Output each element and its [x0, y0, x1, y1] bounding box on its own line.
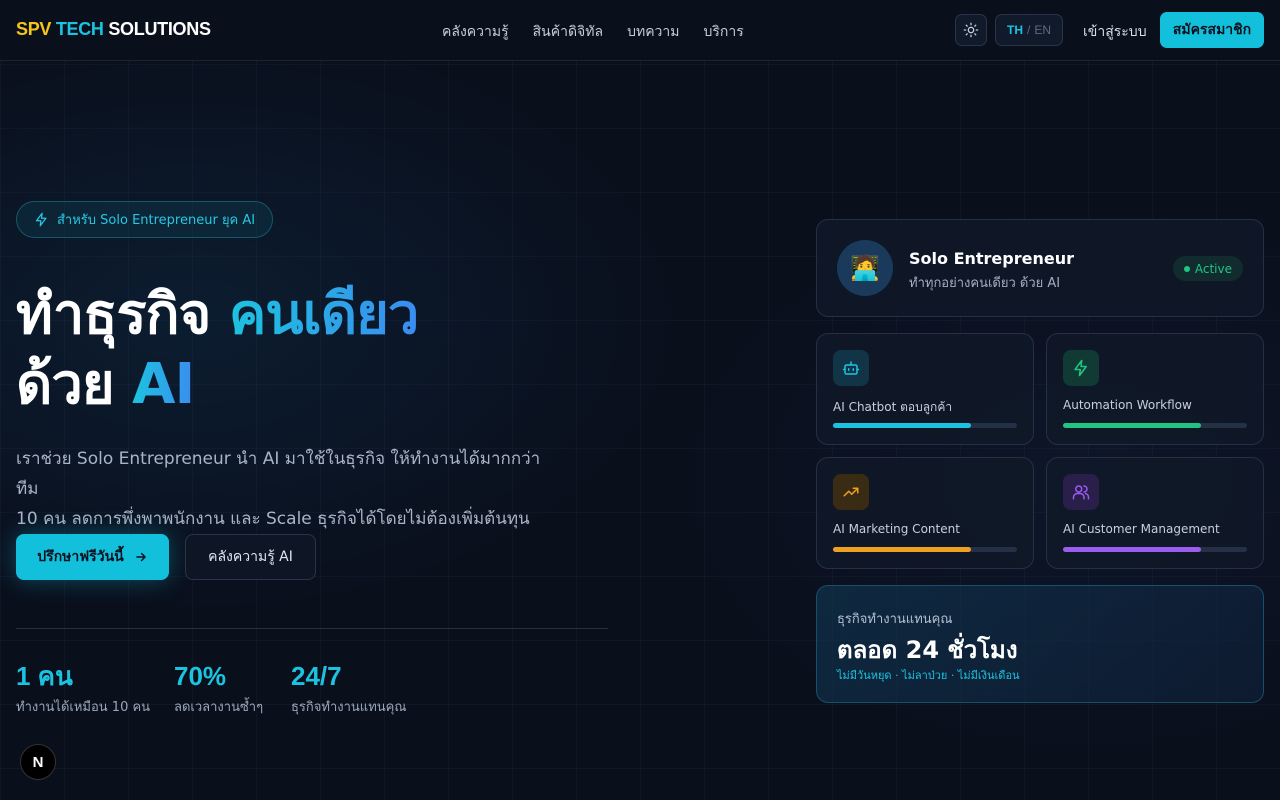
nextjs-dev-button[interactable]: N	[20, 744, 56, 780]
feature-progress	[833, 423, 1017, 428]
lightning-icon	[1063, 350, 1099, 386]
stat-always-on: 24/7 ธุรกิจทำงานแทนคุณ	[291, 660, 406, 717]
lang-en[interactable]: EN	[1034, 23, 1051, 37]
hero-badge: สำหรับ Solo Entrepreneur ยุค AI	[16, 201, 273, 238]
feature-card-chatbot: AI Chatbot ตอบลูกค้า	[816, 333, 1034, 445]
stat-one-person: 1 คน ทำงานได้เหมือน 10 คน	[16, 660, 150, 717]
arrow-right-icon	[135, 552, 146, 562]
hero-desc-line2: 10 คน ลดการพึ่งพาพนักงาน และ Scale ธุรกิ…	[16, 509, 530, 529]
signup-button[interactable]: สมัครสมาชิก	[1160, 12, 1264, 48]
consult-free-label: ปรึกษาฟรีวันนี้	[37, 549, 124, 565]
feature-progress-fill	[1063, 547, 1201, 552]
feature-progress-fill	[833, 547, 971, 552]
nav-link-articles[interactable]: บทความ	[627, 21, 679, 43]
person-laptop-icon: 🧑‍💻	[837, 240, 893, 296]
lightning-icon	[35, 212, 47, 227]
stat-time-saved: 70% ลดเวลางานซ้ำๆ	[174, 660, 263, 717]
feature-progress-fill	[833, 423, 971, 428]
feature-card-customer: AI Customer Management	[1046, 457, 1264, 569]
feature-label: Automation Workflow	[1063, 398, 1192, 412]
trending-up-icon	[833, 474, 869, 510]
brand-logo[interactable]: SPV TECH SOLUTIONS	[16, 19, 211, 40]
stat-label: ลดเวลางานซ้ำๆ	[174, 700, 264, 715]
hero-title-accent2: AI	[132, 352, 195, 417]
always-on-note: ไม่มีวันหยุด · ไม่ลาป่วย · ไม่มีเงินเดือ…	[837, 669, 1020, 682]
hero-title: ทำธุรกิจ คนเดียว ด้วย AI	[16, 280, 420, 420]
profile-subtitle: ทำทุกอย่างคนเดียว ด้วย AI	[909, 276, 1061, 291]
always-on-value: ตลอด 24 ชั่วโมง	[837, 636, 1018, 664]
lang-separator: /	[1026, 23, 1031, 37]
language-toggle[interactable]: TH / EN	[995, 14, 1063, 46]
theme-toggle-button[interactable]	[955, 14, 987, 46]
login-link[interactable]: เข้าสู่ระบบ	[1083, 21, 1147, 43]
always-on-label: ธุรกิจทำงานแทนคุณ	[837, 612, 953, 627]
brand-part-3: SOLUTIONS	[108, 19, 211, 39]
users-icon	[1063, 474, 1099, 510]
feature-card-automation: Automation Workflow	[1046, 333, 1264, 445]
feature-label: AI Marketing Content	[833, 522, 960, 536]
feature-label: AI Chatbot ตอบลูกค้า	[833, 400, 953, 414]
feature-progress	[833, 547, 1017, 552]
feature-label: AI Customer Management	[1063, 522, 1220, 536]
nav-links: คลังความรู้ สินค้าดิจิทัล บทความ บริการ	[442, 21, 744, 43]
stat-value: 24/7	[291, 661, 342, 691]
top-nav: SPV TECH SOLUTIONS คลังความรู้ สินค้าดิจ…	[0, 0, 1280, 61]
profile-name: Solo Entrepreneur	[909, 249, 1074, 268]
stats-divider	[16, 628, 608, 629]
stat-value: 70%	[174, 661, 227, 691]
always-on-card: ธุรกิจทำงานแทนคุณ ตลอด 24 ชั่วโมง ไม่มีว…	[816, 585, 1264, 703]
brand-part-2: TECH	[55, 19, 104, 39]
hero-badge-text: สำหรับ Solo Entrepreneur ยุค AI	[57, 213, 256, 228]
hero-title-line1: ทำธุรกิจ	[16, 282, 211, 347]
hero-title-line2: ด้วย	[16, 352, 115, 417]
stat-label: ธุรกิจทำงานแทนคุณ	[291, 700, 407, 715]
feature-progress-fill	[1063, 423, 1201, 428]
sun-icon	[963, 22, 979, 38]
feature-progress	[1063, 547, 1247, 552]
feature-progress	[1063, 423, 1247, 428]
bot-icon	[833, 350, 869, 386]
hero-title-accent1: คนเดียว	[228, 282, 420, 347]
hero-description: เราช่วย Solo Entrepreneur นำ AI มาใช้ในธ…	[16, 444, 556, 534]
profile-card: 🧑‍💻 Solo Entrepreneur ทำทุกอย่างคนเดียว …	[816, 219, 1264, 317]
consult-free-button[interactable]: ปรึกษาฟรีวันนี้	[16, 534, 169, 580]
nav-link-digital-products[interactable]: สินค้าดิจิทัล	[533, 21, 603, 43]
status-text: Active	[1194, 261, 1232, 276]
nav-link-knowledge[interactable]: คลังความรู้	[442, 21, 509, 43]
stat-value: 1 คน	[16, 661, 73, 691]
status-badge: Active	[1172, 256, 1243, 281]
brand-part-1: SPV	[16, 19, 52, 39]
hero-desc-line1: เราช่วย Solo Entrepreneur นำ AI มาใช้ในธ…	[16, 449, 541, 499]
ai-knowledge-button[interactable]: คลังความรู้ AI	[185, 534, 316, 580]
stat-label: ทำงานได้เหมือน 10 คน	[16, 700, 151, 715]
nav-link-services[interactable]: บริการ	[704, 21, 744, 43]
feature-card-marketing: AI Marketing Content	[816, 457, 1034, 569]
lang-th[interactable]: TH	[1007, 23, 1023, 37]
status-dot-icon	[1183, 265, 1190, 272]
